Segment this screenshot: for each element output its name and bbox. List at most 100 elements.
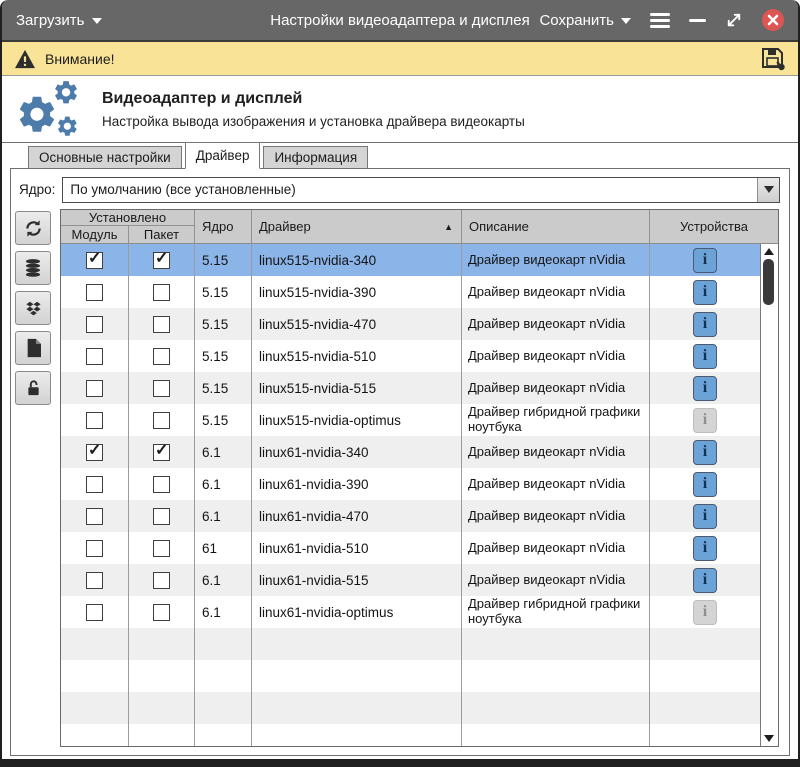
table-row[interactable]: 5.15linux515-nvidia-390Драйвер видеокарт… <box>61 276 760 308</box>
packages-icon <box>24 299 43 318</box>
tab-information[interactable]: Информация <box>263 146 368 168</box>
module-checkbox[interactable] <box>86 284 103 301</box>
module-checkbox[interactable] <box>86 380 103 397</box>
device-info-button[interactable]: i <box>693 248 717 273</box>
drivers-table: Установлено Модуль Пакет Ядро Драйвер ▲ … <box>60 209 779 747</box>
kernel-select[interactable]: По умолчанию (все установленные) <box>62 177 780 203</box>
table-row[interactable]: 5.15linux515-nvidia-340Драйвер видеокарт… <box>61 244 760 276</box>
scroll-up-icon[interactable] <box>764 248 774 255</box>
driver-cell: linux515-nvidia-optimus <box>252 404 462 436</box>
package-checkbox[interactable] <box>153 380 170 397</box>
device-info-button[interactable]: i <box>693 504 717 529</box>
kernel-cell: 6.1 <box>195 436 252 468</box>
table-row[interactable]: 6.1linux61-nvidia-470Драйвер видеокарт n… <box>61 500 760 532</box>
unlock-icon <box>24 378 43 398</box>
titlebar: Настройки видеоадаптера и дисплея Загруз… <box>2 0 798 40</box>
kernel-cell: 5.15 <box>195 276 252 308</box>
warning-icon <box>14 49 36 69</box>
device-info-button: i <box>693 600 717 625</box>
unlock-button[interactable] <box>15 371 51 405</box>
device-info-button[interactable]: i <box>693 536 717 561</box>
table-row[interactable]: 6.1linux61-nvidia-515Драйвер видеокарт n… <box>61 564 760 596</box>
column-header-installed[interactable]: Установлено <box>61 210 195 226</box>
module-checkbox[interactable] <box>86 412 103 429</box>
module-checkbox[interactable] <box>86 476 103 493</box>
table-row[interactable]: 5.15linux515-nvidia-510Драйвер видеокарт… <box>61 340 760 372</box>
load-menu-label: Загрузить <box>16 12 85 29</box>
dropdown-arrow-button[interactable] <box>757 178 779 202</box>
kernel-cell: 5.15 <box>195 372 252 404</box>
chevron-down-icon <box>764 186 774 193</box>
device-info-button[interactable]: i <box>693 376 717 401</box>
refresh-icon <box>23 218 44 239</box>
module-checkbox[interactable] <box>86 604 103 621</box>
database-button[interactable] <box>15 251 51 285</box>
kernel-cell: 5.15 <box>195 308 252 340</box>
device-info-button: i <box>693 408 717 433</box>
column-header-devices[interactable]: Устройства <box>650 210 778 243</box>
package-checkbox[interactable] <box>153 572 170 589</box>
table-row[interactable]: 61linux61-nvidia-510Драйвер видеокарт nV… <box>61 532 760 564</box>
column-header-driver[interactable]: Драйвер ▲ <box>252 210 462 243</box>
module-checkbox[interactable] <box>86 252 103 269</box>
refresh-button[interactable] <box>15 211 51 245</box>
maximize-button[interactable] <box>725 11 743 29</box>
module-checkbox[interactable] <box>86 540 103 557</box>
kernel-select-label: Ядро: <box>19 182 55 197</box>
save-menu-button[interactable]: Сохранить <box>539 12 631 29</box>
tab-driver[interactable]: Драйвер <box>185 142 261 169</box>
package-checkbox[interactable] <box>153 540 170 557</box>
package-checkbox[interactable] <box>153 348 170 365</box>
module-checkbox[interactable] <box>86 508 103 525</box>
column-header-package[interactable]: Пакет <box>129 226 195 243</box>
device-info-button[interactable]: i <box>693 568 717 593</box>
driver-cell: linux61-nvidia-390 <box>252 468 462 500</box>
file-icon <box>24 338 43 358</box>
package-checkbox[interactable] <box>153 604 170 621</box>
scrollbar-thumb[interactable] <box>763 259 774 305</box>
table-body: 5.15linux515-nvidia-340Драйвер видеокарт… <box>61 244 760 746</box>
package-checkbox[interactable] <box>153 412 170 429</box>
module-checkbox[interactable] <box>86 348 103 365</box>
device-info-button[interactable]: i <box>693 280 717 305</box>
table-row[interactable]: 6.1linux61-nvidia-390Драйвер видеокарт n… <box>61 468 760 500</box>
table-row[interactable]: 5.15linux515-nvidia-470Драйвер видеокарт… <box>61 308 760 340</box>
tab-main-settings[interactable]: Основные настройки <box>28 146 182 168</box>
table-row[interactable]: 6.1linux61-nvidia-340Драйвер видеокарт n… <box>61 436 760 468</box>
empty-table-row <box>61 724 760 746</box>
vertical-scrollbar[interactable] <box>760 244 778 746</box>
driver-cell: linux61-nvidia-optimus <box>252 596 462 628</box>
package-checkbox[interactable] <box>153 444 170 461</box>
kernel-cell: 5.15 <box>195 404 252 436</box>
module-checkbox[interactable] <box>86 572 103 589</box>
table-row[interactable]: 6.1linux61-nvidia-optimusДрайвер гибридн… <box>61 596 760 628</box>
table-row[interactable]: 5.15linux515-nvidia-optimusДрайвер гибри… <box>61 404 760 436</box>
hamburger-menu-icon[interactable] <box>650 13 670 28</box>
close-button[interactable] <box>762 9 784 31</box>
load-menu-button[interactable]: Загрузить <box>16 12 102 29</box>
description-cell: Драйвер видеокарт nVidia <box>462 372 650 404</box>
package-checkbox[interactable] <box>153 476 170 493</box>
column-header-kernel[interactable]: Ядро <box>195 210 252 243</box>
minimize-button[interactable] <box>689 19 706 22</box>
module-checkbox[interactable] <box>86 444 103 461</box>
packages-button[interactable] <box>15 291 51 325</box>
package-checkbox[interactable] <box>153 316 170 333</box>
device-info-button[interactable]: i <box>693 472 717 497</box>
package-checkbox[interactable] <box>153 252 170 269</box>
file-button[interactable] <box>15 331 51 365</box>
save-changes-button[interactable] <box>760 46 786 71</box>
table-row[interactable]: 5.15linux515-nvidia-515Драйвер видеокарт… <box>61 372 760 404</box>
column-header-description[interactable]: Описание <box>462 210 650 243</box>
device-info-button[interactable]: i <box>693 344 717 369</box>
scroll-down-icon[interactable] <box>764 735 774 742</box>
module-checkbox[interactable] <box>86 316 103 333</box>
device-info-button[interactable]: i <box>693 312 717 337</box>
device-info-button[interactable]: i <box>693 440 717 465</box>
package-checkbox[interactable] <box>153 508 170 525</box>
driver-cell: linux515-nvidia-515 <box>252 372 462 404</box>
package-checkbox[interactable] <box>153 284 170 301</box>
page-subtitle: Настройка вывода изображения и установка… <box>102 114 525 129</box>
description-cell: Драйвер видеокарт nVidia <box>462 244 650 276</box>
column-header-module[interactable]: Модуль <box>61 226 129 243</box>
